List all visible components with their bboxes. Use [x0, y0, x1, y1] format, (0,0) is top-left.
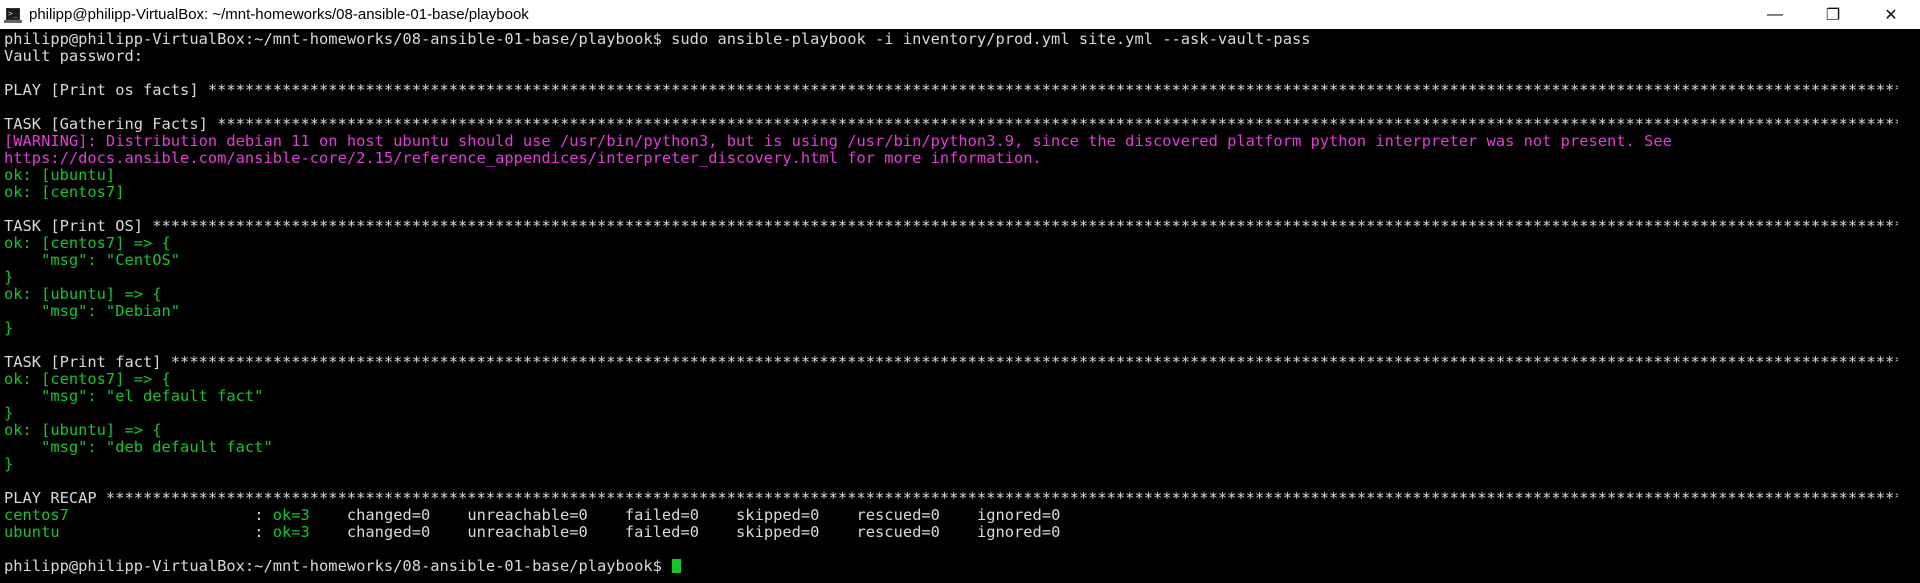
terminal-text: : [68, 506, 273, 524]
terminal-text: TASK [Gathering Facts] *****************… [4, 115, 1898, 133]
terminal-text: "msg": "CentOS" [4, 251, 181, 269]
terminal-cursor [672, 559, 682, 573]
terminal-line: ok: [ubuntu] [0, 167, 1898, 184]
terminal-text: ok: [ubuntu] => { [4, 285, 162, 303]
close-icon: ✕ [1884, 6, 1898, 24]
terminal-scrollbar[interactable] [1898, 29, 1920, 583]
terminal-line: "msg": "Debian" [0, 303, 1898, 320]
terminal-text: https://docs.ansible.com/ansible-core/2.… [4, 149, 1042, 167]
terminal-line: PLAY [Print os facts] ******************… [0, 82, 1898, 99]
terminal-line: PLAY RECAP *****************************… [0, 490, 1898, 507]
terminal-text: TASK [Print OS] ************************… [4, 217, 1898, 235]
terminal-line: } [0, 405, 1898, 422]
terminal-text: "msg": "el default fact" [4, 387, 264, 405]
terminal-text: Vault password: [4, 47, 143, 65]
terminal-text: ok=3 [272, 506, 310, 524]
minimize-icon: — [1767, 5, 1783, 23]
terminal-text: changed=0 unreachable=0 failed=0 skipped… [309, 523, 1061, 541]
close-button[interactable]: ✕ [1862, 0, 1920, 29]
terminal-text: ok: [centos7] => { [4, 370, 171, 388]
terminal-text: ok: [ubuntu] => { [4, 421, 162, 439]
terminal-line: ok: [centos7] => { [0, 371, 1898, 388]
terminal-line: "msg": "CentOS" [0, 252, 1898, 269]
terminal-text: "msg": "deb default fact" [4, 438, 273, 456]
terminal-line: https://docs.ansible.com/ansible-core/2.… [0, 150, 1898, 167]
terminal-text: [WARNING]: Distribution debian 11 on hos… [4, 132, 1672, 150]
terminal-text: } [4, 319, 14, 337]
terminal-line: ubuntu : ok=3 changed=0 unreachable=0 fa… [0, 524, 1898, 541]
minimize-button[interactable]: — [1746, 0, 1804, 29]
terminal-line: } [0, 320, 1898, 337]
window-titlebar: >_ philipp@philipp-VirtualBox: ~/mnt-hom… [0, 0, 1920, 29]
terminal-text: } [4, 268, 14, 286]
terminal-text: philipp@philipp-VirtualBox:~/mnt-homewor… [4, 557, 672, 575]
terminal-line: philipp@philipp-VirtualBox:~/mnt-homewor… [0, 558, 1898, 575]
terminal-line: ok: [centos7] [0, 184, 1898, 201]
terminal-line: TASK [Gathering Facts] *****************… [0, 116, 1898, 133]
terminal-line: "msg": "deb default fact" [0, 439, 1898, 456]
terminal-text: changed=0 unreachable=0 failed=0 skipped… [309, 506, 1061, 524]
terminal-text: } [4, 404, 14, 422]
terminal-text: TASK [Print fact] **********************… [4, 353, 1898, 371]
terminal-text: ok=3 [272, 523, 310, 541]
terminal-line: TASK [Print fact] **********************… [0, 354, 1898, 371]
restore-icon: ❐ [1825, 6, 1841, 24]
terminal-line: ok: [centos7] => { [0, 235, 1898, 252]
terminal-text: centos7 [4, 506, 69, 524]
terminal-text: ok: [ubuntu] [4, 166, 116, 184]
terminal-line: "msg": "el default fact" [0, 388, 1898, 405]
terminal-line: ok: [ubuntu] => { [0, 422, 1898, 439]
terminal-text: } [4, 455, 14, 473]
terminal-line: TASK [Print OS] ************************… [0, 218, 1898, 235]
terminal-line: } [0, 456, 1898, 473]
terminal-text: ok: [centos7] => { [4, 234, 171, 252]
maximize-button[interactable]: ❐ [1804, 0, 1862, 29]
terminal-line: } [0, 269, 1898, 286]
terminal-output[interactable]: philipp@philipp-VirtualBox:~/mnt-homewor… [0, 31, 1898, 583]
terminal-line: centos7 : ok=3 changed=0 unreachable=0 f… [0, 507, 1898, 524]
terminal-line: Vault password: [0, 48, 1898, 65]
terminal-app-icon: >_ [4, 7, 22, 23]
terminal-text: PLAY RECAP *****************************… [4, 489, 1898, 507]
terminal-text: ubuntu [4, 523, 60, 541]
terminal-line: ok: [ubuntu] => { [0, 286, 1898, 303]
terminal-line: [WARNING]: Distribution debian 11 on hos… [0, 133, 1898, 150]
window-title: philipp@philipp-VirtualBox: ~/mnt-homewo… [29, 6, 529, 23]
terminal-line: philipp@philipp-VirtualBox:~/mnt-homewor… [0, 31, 1898, 48]
terminal-text: : [59, 523, 273, 541]
terminal-text: ok: [centos7] [4, 183, 125, 201]
terminal-text: PLAY [Print os facts] ******************… [4, 81, 1898, 99]
terminal-text: "msg": "Debian" [4, 302, 181, 320]
terminal-text: philipp@philipp-VirtualBox:~/mnt-homewor… [4, 31, 1311, 48]
